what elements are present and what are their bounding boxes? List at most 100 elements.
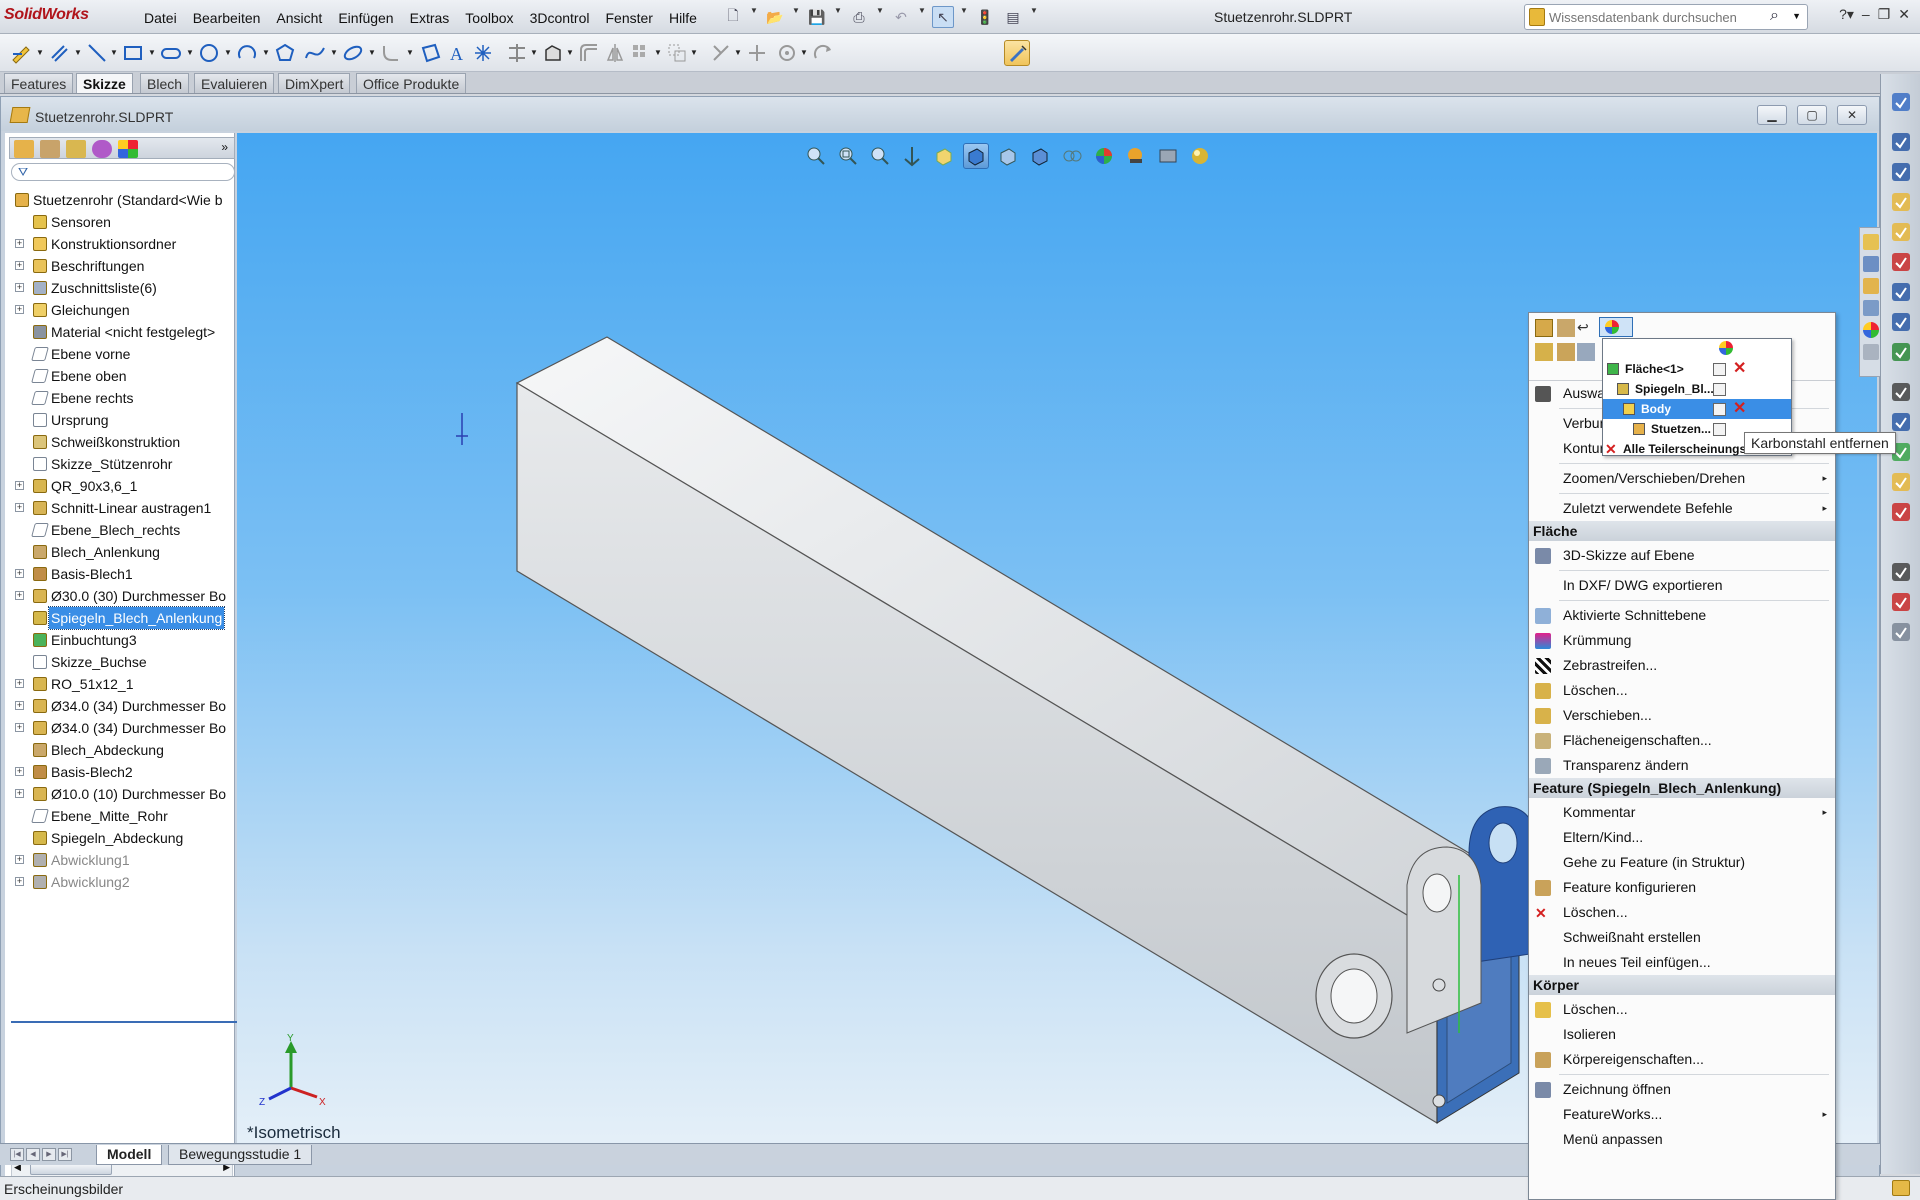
appearance-toggle-checkbox[interactable] bbox=[1713, 363, 1726, 376]
menu-item-flächeneigenschaften[interactable]: Flächeneigenschaften... bbox=[1529, 728, 1835, 753]
tree-root-part[interactable]: Stuetzenrohr (Standard<Wie b bbox=[9, 189, 235, 211]
tree-node[interactable]: + Ø34.0 (34) Durchmesser Bo bbox=[9, 695, 235, 717]
last-tab-icon[interactable]: ▶| bbox=[58, 1148, 72, 1161]
bracket-lug-grey[interactable] bbox=[1406, 846, 1482, 1034]
edit-icon[interactable] bbox=[1889, 410, 1913, 434]
arc-icon[interactable] bbox=[234, 40, 260, 66]
design-check-icon[interactable] bbox=[1889, 190, 1913, 214]
tree-node[interactable]: + Abwicklung2 bbox=[9, 871, 235, 893]
tree-node[interactable]: Skizze_Stützenrohr bbox=[9, 453, 235, 475]
menu-item-zoomen-verschieben-drehen[interactable]: Zoomen/Verschieben/Drehen ▸ bbox=[1529, 466, 1835, 491]
display-manager-tab-icon[interactable] bbox=[118, 140, 138, 158]
configuration-manager-tab-icon[interactable] bbox=[66, 140, 86, 158]
linear-pattern-icon[interactable] bbox=[628, 40, 654, 66]
solidworks-logo[interactable]: SolidWorks bbox=[4, 6, 89, 24]
plane-icon[interactable] bbox=[418, 40, 444, 66]
expand-icon[interactable]: + bbox=[15, 591, 24, 600]
tree-node[interactable]: + Gleichungen bbox=[9, 299, 235, 321]
rollback-bar[interactable] bbox=[11, 1021, 237, 1023]
suppress-icon[interactable]: ↩ bbox=[1577, 319, 1595, 337]
menu-item-schweißnaht-erstellen[interactable]: Schweißnaht erstellen bbox=[1529, 925, 1835, 950]
tree-node[interactable]: + Ø30.0 (30) Durchmesser Bo bbox=[9, 585, 235, 607]
spellcheck-icon[interactable] bbox=[1889, 90, 1913, 114]
home-icon[interactable] bbox=[1863, 234, 1879, 250]
rollback-icon[interactable] bbox=[1557, 319, 1575, 337]
tab-dimxpert[interactable]: DimXpert bbox=[278, 73, 351, 93]
edit-sketch-icon[interactable] bbox=[1535, 343, 1553, 361]
tree-node[interactable]: + Ø10.0 (10) Durchmesser Bo bbox=[9, 783, 235, 805]
save-icon[interactable]: 💾 bbox=[806, 6, 828, 28]
prev-tab-icon[interactable]: ◀ bbox=[26, 1148, 40, 1161]
dimxpert-tab-icon[interactable] bbox=[92, 140, 112, 158]
tree-node[interactable]: Ebene rechts bbox=[9, 387, 235, 409]
expand-icon[interactable]: + bbox=[15, 569, 24, 578]
open-folder-icon[interactable]: 📂 bbox=[764, 6, 786, 28]
circle-icon[interactable] bbox=[196, 40, 222, 66]
measure-icon[interactable] bbox=[1889, 130, 1913, 154]
menu-bearbeiten[interactable]: Bearbeiten bbox=[185, 8, 269, 28]
convert-entities-icon[interactable] bbox=[540, 40, 566, 66]
smart-dimension-icon[interactable] bbox=[46, 40, 72, 66]
appearance-toggle-checkbox[interactable] bbox=[1713, 383, 1726, 396]
point-icon[interactable] bbox=[470, 40, 496, 66]
slot-icon[interactable] bbox=[158, 40, 184, 66]
expand-icon[interactable]: + bbox=[15, 261, 24, 270]
appearance-row[interactable]: Spiegeln_Bl... bbox=[1603, 379, 1791, 399]
tab-skizze[interactable]: Skizze bbox=[76, 73, 133, 93]
expand-icon[interactable]: + bbox=[15, 503, 24, 512]
menu-extras[interactable]: Extras bbox=[402, 8, 458, 28]
tree-node[interactable]: + Zuschnittsliste(6) bbox=[9, 277, 235, 299]
rapid-sketch-icon[interactable] bbox=[810, 40, 836, 66]
menu-item-gehe-zu-feature-in-struktur[interactable]: Gehe zu Feature (in Struktur) bbox=[1529, 850, 1835, 875]
view-orientation-icon[interactable] bbox=[931, 143, 957, 169]
menu-item-löschen[interactable]: Löschen... bbox=[1529, 678, 1835, 703]
tools-icon[interactable] bbox=[1889, 310, 1913, 334]
tree-node[interactable]: + Basis-Blech2 bbox=[9, 761, 235, 783]
expand-tabs-icon[interactable]: » bbox=[221, 140, 228, 154]
minimize-icon[interactable]: – bbox=[1862, 6, 1870, 23]
view-palette-icon[interactable] bbox=[1863, 300, 1879, 316]
open-dropdown[interactable]: ▼ bbox=[792, 6, 800, 28]
expand-icon[interactable]: + bbox=[15, 679, 24, 688]
mirror-entities-icon[interactable] bbox=[602, 40, 628, 66]
expand-icon[interactable]: + bbox=[15, 723, 24, 732]
menu-item-körpereigenschaften[interactable]: Körpereigenschaften... bbox=[1529, 1047, 1835, 1072]
sum-icon[interactable] bbox=[1889, 280, 1913, 304]
tree-node[interactable]: Skizze_Buchse bbox=[9, 651, 235, 673]
options-icon[interactable]: ▤ bbox=[1002, 6, 1024, 28]
menu-ansicht[interactable]: Ansicht bbox=[268, 8, 330, 28]
copy-icon[interactable] bbox=[1889, 620, 1913, 644]
fillet-icon[interactable] bbox=[378, 40, 404, 66]
tree-node[interactable]: Schweißkonstruktion bbox=[9, 431, 235, 453]
menu-fenster[interactable]: Fenster bbox=[597, 8, 660, 28]
menu-item-verschieben[interactable]: Verschieben... bbox=[1529, 703, 1835, 728]
tree-node[interactable]: Ebene_Mitte_Rohr bbox=[9, 805, 235, 827]
save-dropdown[interactable]: ▼ bbox=[834, 6, 842, 28]
tree-node[interactable]: Blech_Abdeckung bbox=[9, 739, 235, 761]
feature-tree-filter[interactable]: ⛛ bbox=[11, 163, 235, 181]
menu-item-featureworks[interactable]: FeatureWorks... ▸ bbox=[1529, 1102, 1835, 1127]
menu-datei[interactable]: Datei bbox=[136, 8, 185, 28]
edit-feature-icon[interactable] bbox=[1535, 319, 1553, 337]
tree-node[interactable]: + Ø34.0 (34) Durchmesser Bo bbox=[9, 717, 235, 739]
expand-icon[interactable]: + bbox=[15, 239, 24, 248]
tree-node[interactable]: Einbuchtung3 bbox=[9, 629, 235, 651]
options-dropdown[interactable]: ▼ bbox=[1030, 6, 1038, 28]
ellipse-icon[interactable] bbox=[340, 40, 366, 66]
simulation-icon[interactable] bbox=[1889, 250, 1913, 274]
tree-node[interactable]: + Beschriftungen bbox=[9, 255, 235, 277]
print-dropdown[interactable]: ▼ bbox=[876, 6, 884, 28]
tree-node[interactable]: Spiegeln_Abdeckung bbox=[9, 827, 235, 849]
custom-properties-icon[interactable] bbox=[1863, 344, 1879, 360]
rebuild-icon[interactable]: 🚦 bbox=[974, 6, 996, 28]
tree-node[interactable]: + Abwicklung1 bbox=[9, 849, 235, 871]
appearances-icon[interactable] bbox=[1863, 322, 1879, 338]
zoom-to-area-icon[interactable] bbox=[835, 143, 861, 169]
expand-icon[interactable]: + bbox=[15, 701, 24, 710]
undo-icon[interactable]: ↶ bbox=[890, 6, 912, 28]
line-icon[interactable] bbox=[84, 40, 110, 66]
tree-node[interactable]: Material <nicht festgelegt> bbox=[9, 321, 235, 343]
display-style-icon[interactable] bbox=[963, 143, 989, 169]
camera-icon[interactable] bbox=[1889, 560, 1913, 584]
remove-appearance-icon[interactable]: ✕ bbox=[1733, 359, 1746, 379]
